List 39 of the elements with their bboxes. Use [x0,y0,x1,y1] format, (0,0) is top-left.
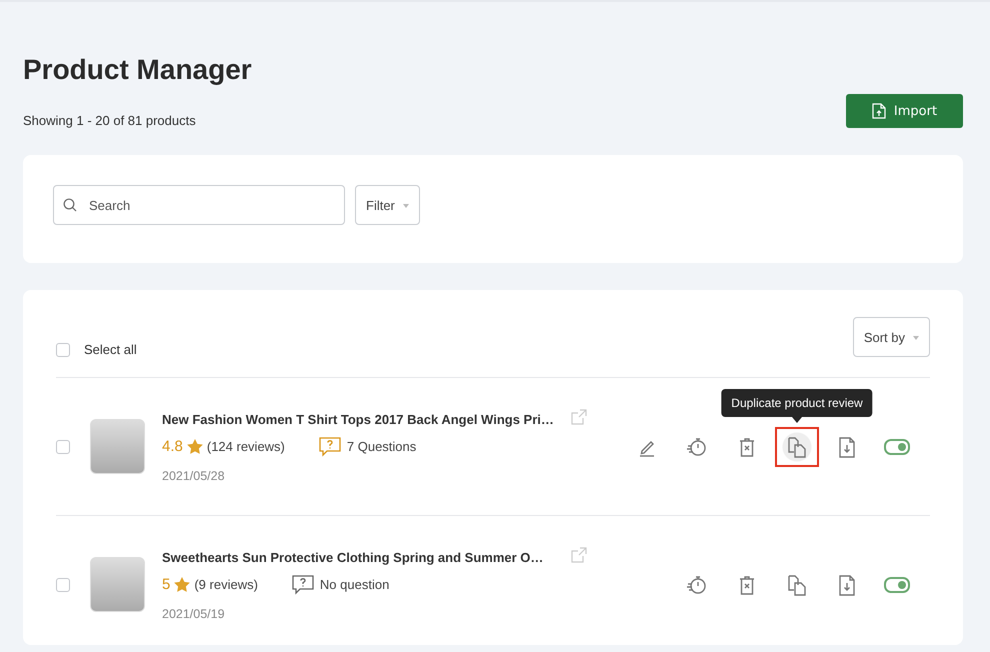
question-count[interactable]: 7 Questions [346,439,416,454]
product-title[interactable]: New Fashion Women T Shirt Tops 2017 Back Angel Wings Pri… [162,410,557,428]
review-count: (124 reviews) [206,439,285,454]
toggle-switch[interactable] [884,576,910,592]
tooltip: Duplicate product review [721,388,873,416]
star-icon [186,439,203,454]
product-date: 2021/05/28 [162,468,226,482]
duplicate-button[interactable] [775,426,819,466]
product-count: Showing 1 - 20 of 81 products [23,113,196,128]
checkbox[interactable] [56,440,70,454]
copy-icon [787,574,807,596]
file-upload-icon [872,103,886,119]
star-icon [174,577,190,592]
trash-icon [738,574,756,596]
sort-dropdown[interactable]: Sort by [852,317,930,357]
filter-dropdown[interactable]: Filter [355,185,420,225]
checkbox[interactable] [56,578,70,592]
product-date: 2021/05/19 [162,606,226,620]
file-download-icon [838,574,856,596]
checkbox[interactable] [56,342,70,356]
page-title: Product Manager [23,53,253,87]
search-icon [63,198,77,212]
rating-value: 4.8 [162,438,183,455]
question-count[interactable]: No question [320,577,390,592]
product-photo-placeholder [90,557,145,612]
select-all-label: Select all [84,342,137,357]
trash-icon [738,436,756,458]
search-field[interactable]: Search [53,185,345,225]
product-title[interactable]: Sweethearts Sun Protective Clothing Spring and Summer O… [162,548,557,566]
toggle-switch[interactable] [884,438,910,454]
tooltip-arrow-icon [792,416,802,422]
copy-icon [787,436,807,458]
review-count: (9 reviews) [194,577,258,592]
file-download-icon [838,436,856,458]
rating-value: 5 [162,576,170,593]
stopwatch-icon [686,436,708,458]
product-photo-placeholder [90,419,145,474]
import-button[interactable]: Import [846,94,963,128]
stopwatch-icon [686,574,708,596]
